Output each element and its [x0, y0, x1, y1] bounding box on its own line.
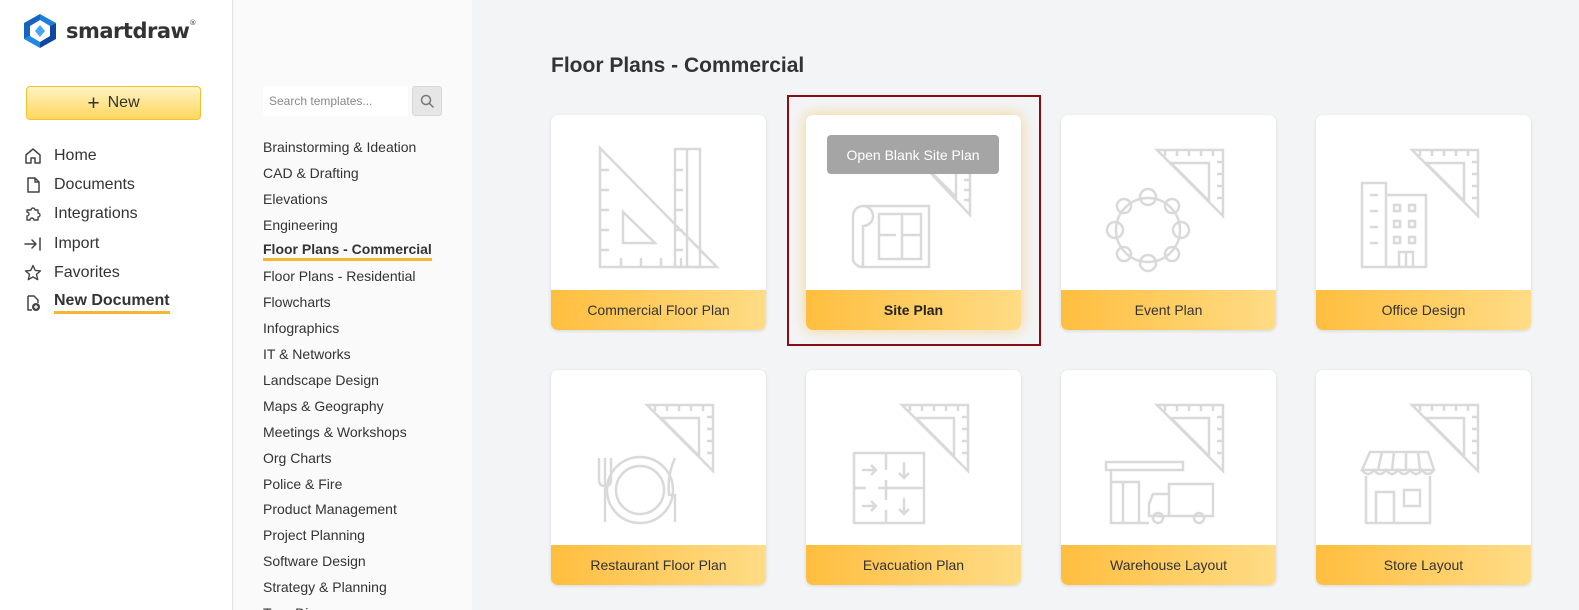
- nav-item-import[interactable]: Import: [24, 229, 170, 258]
- category-item[interactable]: Product Management: [263, 496, 432, 522]
- category-item[interactable]: Maps & Geography: [263, 393, 432, 419]
- new-document-icon: [27, 294, 40, 311]
- template-card-store-layout[interactable]: Store Layout: [1316, 370, 1531, 585]
- category-item[interactable]: Org Charts: [263, 445, 432, 471]
- category-item[interactable]: Project Planning: [263, 522, 432, 548]
- search-icon: [420, 94, 434, 108]
- category-label: Maps & Geography: [263, 397, 384, 414]
- category-item[interactable]: Software Design: [263, 548, 432, 574]
- nav-label: Integrations: [54, 205, 138, 223]
- new-button-label: New: [107, 94, 140, 111]
- template-card-label: Office Design: [1316, 290, 1531, 330]
- template-card-event-plan[interactable]: Event Plan: [1061, 115, 1276, 330]
- category-item[interactable]: Meetings & Workshops: [263, 419, 432, 445]
- template-card-label: Warehouse Layout: [1061, 545, 1276, 585]
- category-label: Police & Fire: [263, 475, 343, 492]
- template-card-label: Store Layout: [1316, 545, 1531, 585]
- search-button[interactable]: [412, 86, 442, 116]
- nav-item-documents[interactable]: Documents: [24, 170, 170, 199]
- category-item[interactable]: Infographics: [263, 315, 432, 341]
- template-card-commercial-floor-plan[interactable]: Commercial Floor Plan: [551, 115, 766, 330]
- category-label: Project Planning: [263, 527, 365, 544]
- category-label: Floor Plans - Residential: [263, 268, 416, 285]
- open-blank-site-plan-button[interactable]: Open Blank Site Plan: [827, 135, 999, 174]
- nav-label: Favorites: [54, 264, 120, 282]
- category-label: Flowcharts: [263, 294, 331, 311]
- category-item[interactable]: Landscape Design: [263, 367, 432, 393]
- category-item[interactable]: IT & Networks: [263, 341, 432, 367]
- category-item[interactable]: Brainstorming & Ideation: [263, 134, 432, 160]
- category-item[interactable]: Flowcharts: [263, 289, 432, 315]
- category-label: Org Charts: [263, 449, 332, 466]
- evacuation-arrows-icon: [806, 370, 1021, 545]
- category-label: Software Design: [263, 553, 366, 570]
- puzzle-icon: [26, 207, 41, 222]
- main-nav: Home Documents Integrations Import Favor…: [24, 141, 170, 317]
- category-label: Strategy & Planning: [263, 579, 387, 596]
- category-label: Infographics: [263, 320, 340, 337]
- document-icon: [27, 177, 40, 193]
- category-item[interactable]: Floor Plans - Commercial: [263, 238, 432, 264]
- search-input[interactable]: [263, 86, 408, 116]
- category-item[interactable]: Engineering: [263, 212, 432, 238]
- template-card-warehouse-layout[interactable]: Warehouse Layout: [1061, 370, 1276, 585]
- left-sidebar: smartdraw® + New Home Documents Integrat…: [0, 0, 233, 610]
- category-label: Floor Plans - Commercial: [263, 241, 432, 261]
- round-table-icon: [1061, 115, 1276, 290]
- category-label: Tree Diagrams: [263, 605, 355, 610]
- plus-icon: +: [87, 91, 100, 115]
- category-item[interactable]: CAD & Drafting: [263, 160, 432, 186]
- template-card-label: Evacuation Plan: [806, 545, 1021, 585]
- smartdraw-logo-icon: [24, 14, 56, 48]
- nav-item-new-document[interactable]: New Document: [24, 288, 170, 317]
- nav-label: Documents: [54, 176, 135, 194]
- template-card-evacuation-plan[interactable]: Evacuation Plan: [806, 370, 1021, 585]
- nav-item-favorites[interactable]: Favorites: [24, 259, 170, 288]
- drafting-tools-icon: [551, 115, 766, 290]
- template-search: [263, 86, 442, 116]
- category-item[interactable]: Police & Fire: [263, 471, 432, 497]
- plate-fork-knife-icon: [551, 370, 766, 545]
- new-button[interactable]: + New: [26, 86, 201, 120]
- warehouse-truck-icon: [1061, 370, 1276, 545]
- category-item[interactable]: Tree Diagrams: [263, 600, 432, 610]
- category-label: IT & Networks: [263, 346, 351, 363]
- nav-item-home[interactable]: Home: [24, 141, 170, 170]
- star-icon: [24, 265, 42, 281]
- logo[interactable]: smartdraw®: [24, 14, 196, 48]
- page-title: Floor Plans - Commercial: [551, 54, 805, 77]
- nav-label: Home: [54, 146, 97, 164]
- category-label: Meetings & Workshops: [263, 423, 407, 440]
- category-label: CAD & Drafting: [263, 164, 359, 181]
- template-card-restaurant-floor-plan[interactable]: Restaurant Floor Plan: [551, 370, 766, 585]
- category-label: Engineering: [263, 216, 338, 233]
- template-card-label: Commercial Floor Plan: [551, 290, 766, 330]
- category-item[interactable]: Strategy & Planning: [263, 574, 432, 600]
- category-label: Brainstorming & Ideation: [263, 138, 417, 155]
- category-label: Elevations: [263, 190, 328, 207]
- nav-label: New Document: [54, 292, 170, 314]
- category-item[interactable]: Floor Plans - Residential: [263, 263, 432, 289]
- template-card-label: Event Plan: [1061, 290, 1276, 330]
- storefront-icon: [1316, 370, 1531, 545]
- template-card-site-plan[interactable]: Open Blank Site Plan Site Plan: [806, 115, 1021, 330]
- template-card-office-design[interactable]: Office Design: [1316, 115, 1531, 330]
- category-label: Product Management: [263, 501, 397, 518]
- nav-label: Import: [54, 234, 100, 252]
- category-item[interactable]: Elevations: [263, 186, 432, 212]
- template-card-label: Site Plan: [806, 290, 1021, 330]
- import-icon: [24, 237, 41, 251]
- nav-item-integrations[interactable]: Integrations: [24, 200, 170, 229]
- logo-text: smartdraw®: [66, 19, 196, 43]
- category-list: Brainstorming & Ideation CAD & Drafting El…: [263, 134, 432, 610]
- home-icon: [25, 147, 41, 164]
- category-label: Landscape Design: [263, 371, 379, 388]
- office-building-icon: [1316, 115, 1531, 290]
- template-card-label: Restaurant Floor Plan: [551, 545, 766, 585]
